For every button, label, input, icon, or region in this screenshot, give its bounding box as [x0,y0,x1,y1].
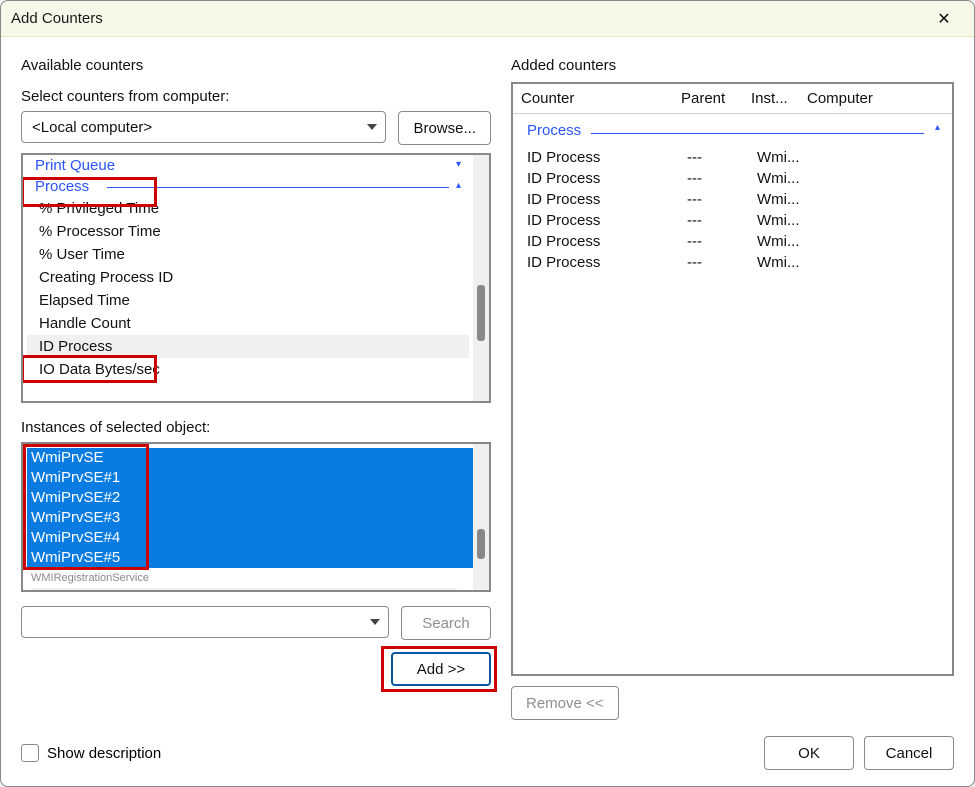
cell-parent: --- [687,191,757,208]
cell-counter: ID Process [527,191,687,208]
cell-parent: --- [687,149,757,166]
search-button-label: Search [422,615,470,632]
cell-instance: Wmi... [757,254,813,271]
group-label: Process [527,122,581,139]
category-process[interactable]: Process [27,176,469,197]
instance-item[interactable]: WmiPrvSE#3 [27,508,473,528]
show-description-label: Show description [47,745,161,762]
added-counters-label: Added counters [511,57,954,74]
computer-combo[interactable]: <Local computer> [21,111,386,143]
header-counter[interactable]: Counter [521,90,681,107]
close-button[interactable]: ✕ [924,4,964,34]
search-combo[interactable] [21,606,389,638]
chevron-up-icon [456,180,461,191]
header-parent[interactable]: Parent [681,90,751,107]
instance-item[interactable]: WmiPrvSE#4 [27,528,473,548]
add-counters-dialog: Add Counters ✕ Available counters Select… [0,0,975,787]
counter-item[interactable]: % Privileged Time [27,197,469,220]
instance-item[interactable]: WmiPrvSE [27,448,473,468]
ok-button-label: OK [798,745,820,762]
cell-counter: ID Process [527,233,687,250]
cancel-button-label: Cancel [886,745,933,762]
instances-list[interactable]: WmiPrvSE WmiPrvSE#1 WmiPrvSE#2 WmiPrvSE#… [21,442,491,592]
counter-category-list[interactable]: Print Queue Process % Privileged Time % … [21,153,491,403]
instance-item[interactable]: WmiPrvSE#1 [27,468,473,488]
chevron-down-icon [367,124,377,130]
instance-item-partial[interactable]: WMIRegistrationService [27,568,473,588]
horizontal-scrollbar[interactable] [31,588,457,590]
counter-item[interactable]: IO Data Bytes/sec [27,358,469,381]
counter-item[interactable]: Creating Process ID [27,266,469,289]
computer-combo-value: <Local computer> [32,119,152,136]
table-row[interactable]: ID Process---Wmi... [521,147,944,168]
cell-computer [813,170,944,187]
instance-item[interactable]: WmiPrvSE#5 [27,548,473,568]
table-row[interactable]: ID Process---Wmi... [521,189,944,210]
cell-parent: --- [687,212,757,229]
cell-instance: Wmi... [757,212,813,229]
header-instance[interactable]: Inst... [751,90,807,107]
titlebar: Add Counters ✕ [1,1,974,37]
select-computer-label: Select counters from computer: [21,88,491,105]
group-process[interactable]: Process ▴ [521,118,944,147]
cell-counter: ID Process [527,149,687,166]
cell-parent: --- [687,170,757,187]
browse-button-label: Browse... [413,120,476,137]
table-row[interactable]: ID Process---Wmi... [521,210,944,231]
instance-item[interactable]: WmiPrvSE#2 [27,488,473,508]
chevron-down-icon [370,619,380,625]
browse-button[interactable]: Browse... [398,111,491,145]
counter-item-id-process[interactable]: ID Process [27,335,469,358]
close-icon: ✕ [937,9,950,29]
table-row[interactable]: ID Process---Wmi... [521,252,944,273]
chevron-up-icon: ▴ [935,122,940,133]
cell-instance: Wmi... [757,191,813,208]
cell-counter: ID Process [527,212,687,229]
window-title: Add Counters [11,10,924,27]
cell-computer [813,191,944,208]
table-row[interactable]: ID Process---Wmi... [521,168,944,189]
cell-instance: Wmi... [757,233,813,250]
table-row[interactable]: ID Process---Wmi... [521,231,944,252]
header-computer[interactable]: Computer [807,90,944,107]
vertical-scrollbar[interactable] [473,155,489,401]
category-label: Print Queue [35,157,115,174]
ok-button[interactable]: OK [764,736,854,770]
cell-counter: ID Process [527,170,687,187]
counter-item[interactable]: Elapsed Time [27,289,469,312]
cell-computer [813,212,944,229]
show-description-checkbox[interactable] [21,744,39,762]
cell-computer [813,254,944,271]
remove-button[interactable]: Remove << [511,686,619,720]
scrollbar-thumb[interactable] [477,529,485,559]
counter-item[interactable]: % Processor Time [27,220,469,243]
available-counters-label: Available counters [21,57,491,74]
counter-item[interactable]: Handle Count [27,312,469,335]
cell-parent: --- [687,233,757,250]
vertical-scrollbar[interactable] [473,444,489,590]
chevron-down-icon [456,159,461,170]
added-counters-table: Counter Parent Inst... Computer Process … [511,82,954,676]
table-header: Counter Parent Inst... Computer [513,84,952,114]
search-button[interactable]: Search [401,606,491,640]
remove-button-label: Remove << [526,695,604,712]
add-button-label: Add >> [417,661,465,678]
add-button[interactable]: Add >> [391,652,491,686]
cell-instance: Wmi... [757,170,813,187]
cell-parent: --- [687,254,757,271]
cell-computer [813,149,944,166]
instances-label: Instances of selected object: [21,419,491,436]
cell-computer [813,233,944,250]
scrollbar-thumb[interactable] [477,285,485,341]
cell-instance: Wmi... [757,149,813,166]
cancel-button[interactable]: Cancel [864,736,954,770]
category-print-queue[interactable]: Print Queue [27,155,469,176]
counter-item[interactable]: % User Time [27,243,469,266]
cell-counter: ID Process [527,254,687,271]
category-label: Process [35,178,89,195]
